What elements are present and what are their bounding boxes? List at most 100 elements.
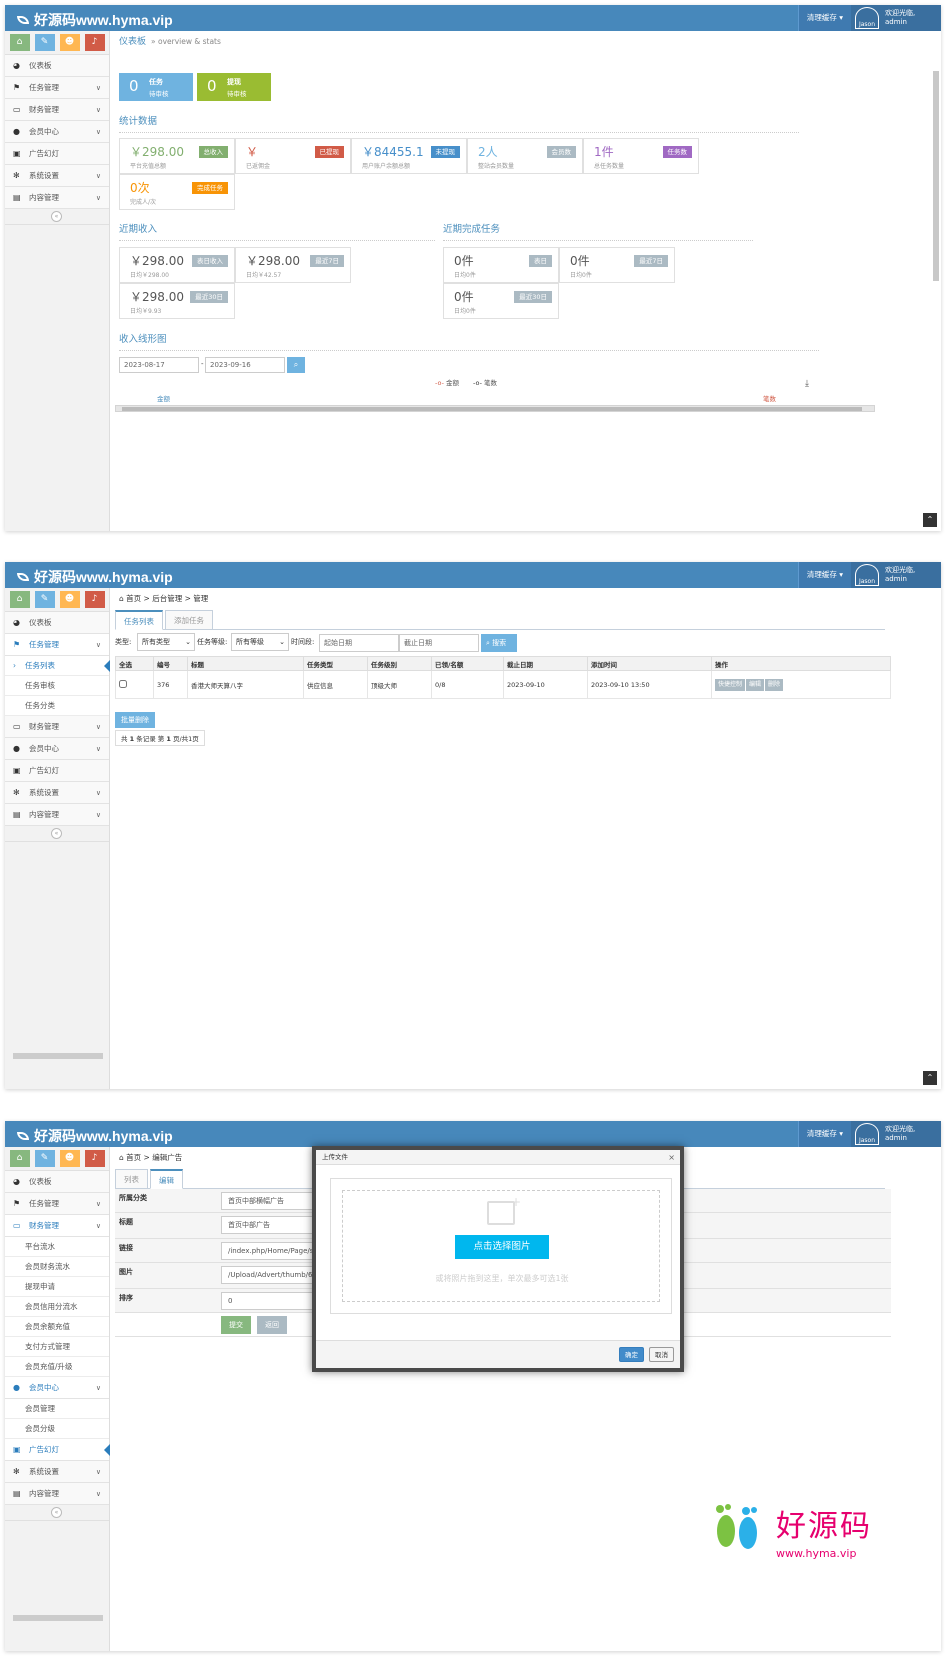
submit-button[interactable]: 提交 xyxy=(221,1316,251,1334)
sidebar-item-ads[interactable]: ▣ 广告幻灯 xyxy=(5,1439,110,1461)
user-menu[interactable]: Jason 欢迎光临, admin xyxy=(851,1121,941,1147)
sidebar-sub-credit-flow[interactable]: 会员信用分流水 xyxy=(5,1297,109,1317)
chevron-down-icon: ∨ xyxy=(95,1468,101,1476)
home-icon[interactable]: ⌂ xyxy=(9,591,30,608)
col-select-all[interactable]: 全选 xyxy=(115,656,154,671)
sidebar-sub-task-category[interactable]: 任务分类 xyxy=(5,696,109,716)
sidebar-item-member[interactable]: ● 会员中心 ∨ xyxy=(5,738,109,760)
users-icon[interactable]: ☻ xyxy=(59,591,80,608)
row-checkbox[interactable] xyxy=(119,679,127,688)
sidebar-sub-member-finance[interactable]: 会员财务流水 xyxy=(5,1257,109,1277)
brand[interactable]: 好源码www.hyma.vip xyxy=(17,1126,173,1146)
ok-button[interactable]: 确定 xyxy=(619,1347,644,1362)
legend-amount[interactable]: -o- 金额 xyxy=(435,377,459,387)
sidebar-sub-upgrade[interactable]: 会员充值/升级 xyxy=(5,1357,109,1377)
breadcrumb-text[interactable]: 首页 > 后台管理 > 管理 xyxy=(126,594,208,603)
sidebar-sub-task-list[interactable]: 任务列表 xyxy=(5,656,110,676)
sidebar-item-ads[interactable]: ▣ 广告幻灯 xyxy=(5,143,109,165)
search-button[interactable]: ⌕ 搜索 xyxy=(481,634,517,652)
sidebar-item-task[interactable]: ⚑ 任务管理 ∨ xyxy=(5,77,109,99)
income-card: ￥298.00 日均￥298.00 表日收入 xyxy=(119,247,235,283)
users-icon[interactable]: ☻ xyxy=(59,34,80,51)
tab-edit[interactable]: 编辑 xyxy=(150,1169,183,1189)
user-menu[interactable]: Jason 欢迎光临, admin xyxy=(851,562,941,588)
pending-task-box[interactable]: 0 任务 待审核 xyxy=(119,73,193,101)
date-from-input[interactable]: 2023-08-17 xyxy=(119,357,199,373)
search-button[interactable]: ⌕ xyxy=(287,357,305,373)
sidebar-item-settings[interactable]: ✻ 系统设置 ∨ xyxy=(5,165,109,187)
sidebar-collapse[interactable]: « xyxy=(5,826,109,842)
start-date-input[interactable]: 起始日期 xyxy=(319,634,399,652)
sidebar-item-settings[interactable]: ✻ 系统设置 ∨ xyxy=(5,782,109,804)
edit-button[interactable]: 编辑 xyxy=(746,678,765,691)
pencil-icon[interactable]: ✎ xyxy=(34,591,55,608)
sidebar-scrollbar[interactable] xyxy=(13,1053,103,1059)
field-label: 图片 xyxy=(119,1268,133,1276)
sidebar-item-dashboard[interactable]: ◕ 仪表板 xyxy=(5,612,109,634)
sidebar-item-content[interactable]: ▤ 内容管理 ∨ xyxy=(5,1483,109,1505)
download-icon[interactable]: ⤓ xyxy=(805,379,809,389)
choose-image-button[interactable]: 点击选择图片 xyxy=(455,1235,549,1259)
sidebar-item-dashboard[interactable]: ◕ 仪表板 xyxy=(5,55,109,77)
clear-cache-button[interactable]: 清理缓存 ▾ xyxy=(797,1121,851,1147)
sidebar-sub-member-manage[interactable]: 会员管理 xyxy=(5,1399,109,1419)
drop-zone[interactable]: + 点击选择图片 或将照片拖到这里，单次最多可选1张 xyxy=(342,1190,660,1302)
pending-withdraw-box[interactable]: 0 提现 待审核 xyxy=(197,73,271,101)
sidebar-sub-payment[interactable]: 支付方式管理 xyxy=(5,1337,109,1357)
tab-task-list[interactable]: 任务列表 xyxy=(115,610,163,630)
bulk-delete-button[interactable]: 批量删除 xyxy=(115,712,155,728)
sidebar-collapse[interactable]: « xyxy=(5,209,109,225)
sidebar-item-ads[interactable]: ▣ 广告幻灯 xyxy=(5,760,109,782)
clear-cache-button[interactable]: 清理缓存 ▾ xyxy=(797,5,851,31)
sidebar-sub-withdraw[interactable]: 提现申请 xyxy=(5,1277,109,1297)
sidebar-item-finance[interactable]: ▭ 财务管理 ∨ xyxy=(5,716,109,738)
sidebar-item-content[interactable]: ▤ 内容管理 ∨ xyxy=(5,187,109,209)
close-icon[interactable]: × xyxy=(668,1150,675,1165)
brand[interactable]: 好源码www.hyma.vip xyxy=(17,567,173,587)
back-to-top-button[interactable]: ⌃ xyxy=(923,513,937,527)
level-select[interactable]: 所有等级 ⌄ xyxy=(231,633,289,651)
delete-button[interactable]: 删除 xyxy=(765,678,784,691)
pencil-icon[interactable]: ✎ xyxy=(34,1150,55,1167)
sidebar-item-task[interactable]: ⚑ 任务管理 ∨ xyxy=(5,1193,109,1215)
clear-cache-button[interactable]: 清理缓存 ▾ xyxy=(797,562,851,588)
sidebar-item-dashboard[interactable]: ◕ 仪表板 xyxy=(5,1171,109,1193)
end-date-input[interactable]: 截止日期 xyxy=(399,634,479,652)
sidebar-label: 会员中心 xyxy=(29,744,59,753)
sidebar-collapse[interactable]: « xyxy=(5,1505,109,1521)
breadcrumb-text[interactable]: 首页 > 编辑广告 xyxy=(126,1153,182,1162)
tab-list[interactable]: 列表 xyxy=(115,1169,148,1189)
users-icon[interactable]: ☻ xyxy=(59,1150,80,1167)
sidebar-sub-recharge[interactable]: 会员余额充值 xyxy=(5,1317,109,1337)
bell-icon[interactable]: ♪ xyxy=(84,591,105,608)
sidebar-item-member[interactable]: ● 会员中心 ∨ xyxy=(5,1377,109,1399)
back-button[interactable]: 返回 xyxy=(257,1316,287,1334)
sidebar: ⌂ ✎ ☻ ♪ ◕ 仪表板 ⚑ 任务管理 ∨ 任务列表 任务审核 任务分类 ▭ 财务管理… xyxy=(5,588,110,1089)
quick-control-button[interactable]: 快捷控制 xyxy=(715,678,746,691)
legend-count[interactable]: -o- 笔数 xyxy=(473,377,497,387)
sidebar-item-finance[interactable]: ▭ 财务管理 ∨ xyxy=(5,1215,109,1237)
horizontal-scrollbar[interactable] xyxy=(115,405,875,412)
cancel-button[interactable]: 取消 xyxy=(649,1347,674,1362)
type-select[interactable]: 所有类型 ⌄ xyxy=(137,633,195,651)
vertical-scrollbar[interactable] xyxy=(933,71,939,281)
sidebar-item-member[interactable]: ● 会员中心 ∨ xyxy=(5,121,109,143)
bell-icon[interactable]: ♪ xyxy=(84,34,105,51)
brand[interactable]: 好源码www.hyma.vip xyxy=(17,10,173,30)
sidebar-item-task[interactable]: ⚑ 任务管理 ∨ xyxy=(5,634,109,656)
back-to-top-button[interactable]: ⌃ xyxy=(923,1071,937,1085)
sidebar-sub-task-review[interactable]: 任务审核 xyxy=(5,676,109,696)
sidebar-item-content[interactable]: ▤ 内容管理 ∨ xyxy=(5,804,109,826)
pencil-icon[interactable]: ✎ xyxy=(34,34,55,51)
sidebar-sub-member-level[interactable]: 会员分级 xyxy=(5,1419,109,1439)
home-icon[interactable]: ⌂ xyxy=(9,1150,30,1167)
sidebar-item-finance[interactable]: ▭ 财务管理 ∨ xyxy=(5,99,109,121)
sidebar-sub-platform-flow[interactable]: 平台流水 xyxy=(5,1237,109,1257)
date-to-input[interactable]: 2023-09-16 xyxy=(205,357,285,373)
home-icon[interactable]: ⌂ xyxy=(9,34,30,51)
sidebar-scrollbar[interactable] xyxy=(13,1615,103,1621)
sidebar-item-settings[interactable]: ✻ 系统设置 ∨ xyxy=(5,1461,109,1483)
user-menu[interactable]: Jason 欢迎光临, admin xyxy=(851,5,941,31)
tab-add-task[interactable]: 添加任务 xyxy=(165,610,213,630)
bell-icon[interactable]: ♪ xyxy=(84,1150,105,1167)
